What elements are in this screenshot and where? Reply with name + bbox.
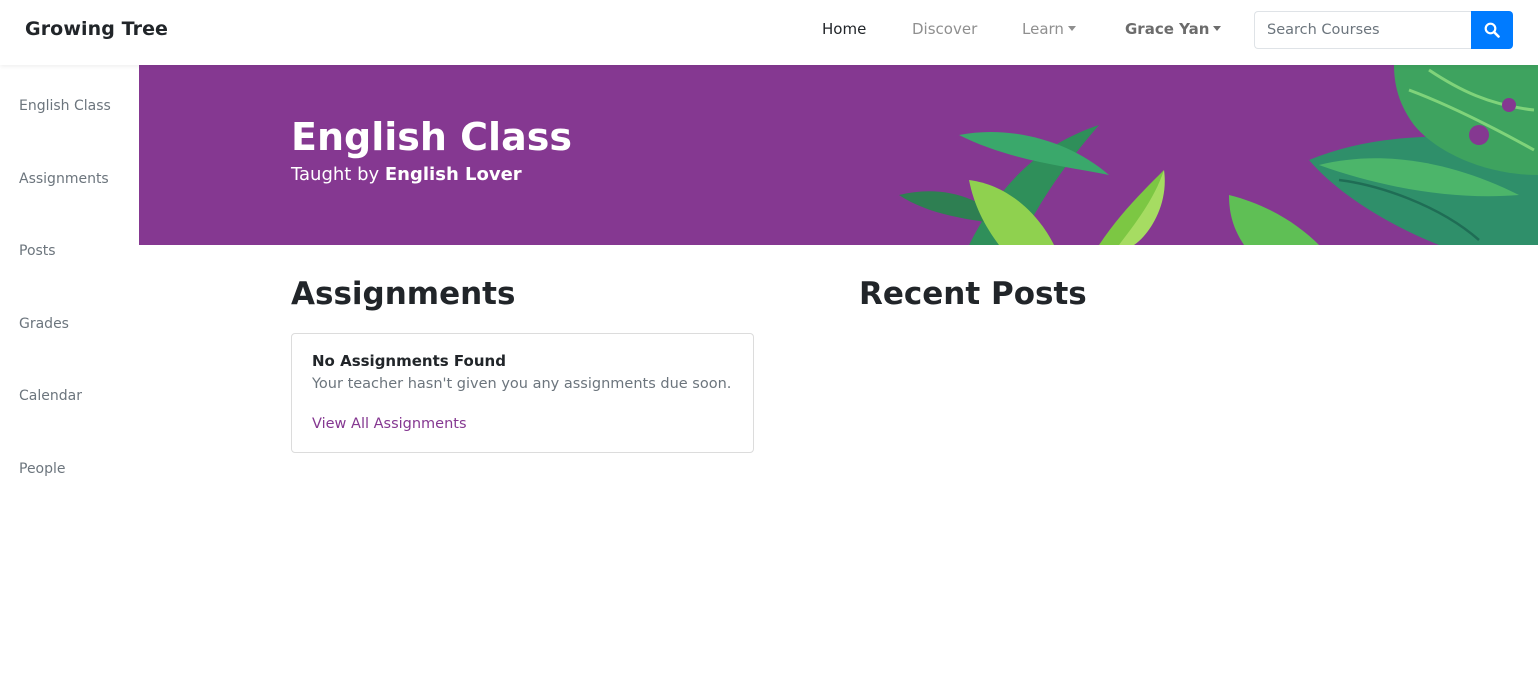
user-menu-dropdown[interactable]: Grace Yan <box>1125 20 1222 38</box>
sidebar-item-posts[interactable]: Posts <box>19 243 56 259</box>
caret-down-icon <box>1067 26 1076 31</box>
recent-posts-heading: Recent Posts <box>859 276 1087 312</box>
assignments-heading: Assignments <box>291 276 516 312</box>
sidebar-item-grades[interactable]: Grades <box>19 316 69 332</box>
search-input[interactable] <box>1254 11 1471 49</box>
sidebar-item-assignments[interactable]: Assignments <box>19 171 109 187</box>
caret-down-icon <box>1213 26 1222 31</box>
empty-assignments-title: No Assignments Found <box>312 352 506 370</box>
course-sidebar: English Class Assignments Posts Grades C… <box>0 65 139 697</box>
sidebar-item-english-class[interactable]: English Class <box>19 98 111 114</box>
nav-home-link[interactable]: Home <box>822 20 866 38</box>
top-navbar: Growing Tree Home Discover Learn Grace Y… <box>0 0 1538 65</box>
course-banner: English Class Taught by English Lover <box>139 65 1538 245</box>
nav-learn-dropdown[interactable]: Learn <box>1022 20 1076 38</box>
view-all-assignments-link[interactable]: View All Assignments <box>312 416 467 432</box>
search-form <box>1254 11 1513 49</box>
brand-logo[interactable]: Growing Tree <box>25 18 168 40</box>
course-teacher-line: Taught by English Lover <box>291 164 522 185</box>
taught-by-prefix: Taught by <box>291 164 380 185</box>
search-button[interactable] <box>1471 11 1513 49</box>
nav-learn-label: Learn <box>1022 20 1064 38</box>
teacher-name: English Lover <box>384 164 522 185</box>
nav-discover-link[interactable]: Discover <box>912 20 977 38</box>
search-icon <box>1484 22 1500 38</box>
empty-assignments-text: Your teacher hasn't given you any assign… <box>312 376 732 392</box>
assignments-card: No Assignments Found Your teacher hasn't… <box>291 333 754 453</box>
sidebar-item-calendar[interactable]: Calendar <box>19 388 82 404</box>
course-title: English Class <box>291 115 572 159</box>
sidebar-item-people[interactable]: People <box>19 461 66 477</box>
user-name-label: Grace Yan <box>1125 20 1210 38</box>
